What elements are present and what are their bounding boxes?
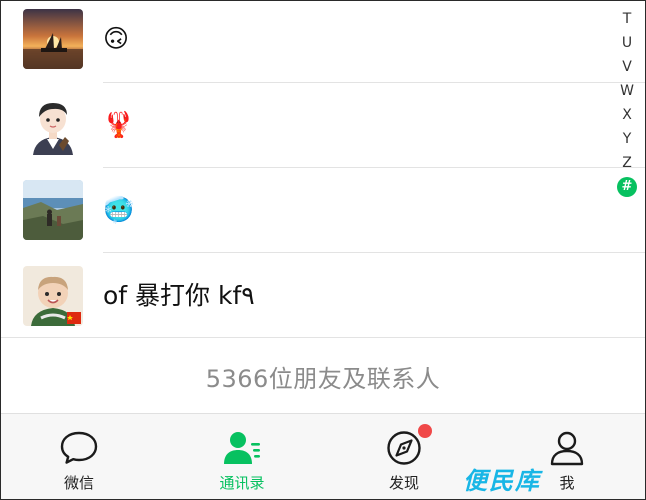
tab-label: 微信 <box>63 474 94 492</box>
index-letter-hash[interactable]: # <box>617 177 637 197</box>
contact-row[interactable]: 🙃 <box>1 1 617 86</box>
index-letter-x[interactable]: X <box>616 103 638 127</box>
row-divider <box>103 252 645 253</box>
notification-badge <box>418 424 432 438</box>
index-letter-t[interactable]: T <box>616 7 638 31</box>
tab-discover[interactable]: 发现 <box>344 414 464 499</box>
index-letter-u[interactable]: U <box>616 31 638 55</box>
contact-count: 5366位朋友及联系人 <box>205 364 441 393</box>
contact-row[interactable]: 🥶 <box>1 172 617 257</box>
index-letter-w[interactable]: W <box>616 79 638 103</box>
contact-name: 🦞 <box>103 110 135 139</box>
tab-chats[interactable]: 微信 <box>19 414 139 499</box>
contacts-screen: 🙃 🦞 🥶 of 暴打你 kf٩ 5366位朋友及联系人 T U V W X Y… <box>0 0 646 500</box>
avatar <box>23 180 83 240</box>
row-divider <box>1 337 645 338</box>
index-letter-z[interactable]: Z <box>616 151 638 175</box>
contact-name: 🙃 <box>103 24 130 53</box>
person-icon <box>550 431 584 466</box>
tab-label: 发现 <box>388 474 419 492</box>
contacts-icon <box>224 432 260 464</box>
row-divider <box>103 167 645 168</box>
tab-contacts[interactable]: 通讯录 <box>182 414 302 499</box>
index-letter-y[interactable]: Y <box>616 127 638 151</box>
contact-row[interactable]: 🦞 <box>1 87 617 172</box>
row-divider <box>103 82 645 83</box>
chat-bubble-icon <box>60 431 98 464</box>
contact-name: 🥶 <box>103 195 135 224</box>
tab-label: 通讯录 <box>219 474 265 492</box>
alphabet-index[interactable]: T U V W X Y Z # <box>615 7 639 197</box>
avatar <box>23 95 83 155</box>
contact-row[interactable]: of 暴打你 kf٩ <box>1 257 617 342</box>
watermark-logo: 便民库 <box>463 467 541 495</box>
index-letter-v[interactable]: V <box>616 55 638 79</box>
tab-bar: 微信 通讯录 发现 我 <box>1 413 645 499</box>
avatar <box>23 266 83 326</box>
contact-name: of 暴打你 kf٩ <box>103 281 255 310</box>
avatar <box>23 9 83 69</box>
compass-icon <box>387 431 421 465</box>
